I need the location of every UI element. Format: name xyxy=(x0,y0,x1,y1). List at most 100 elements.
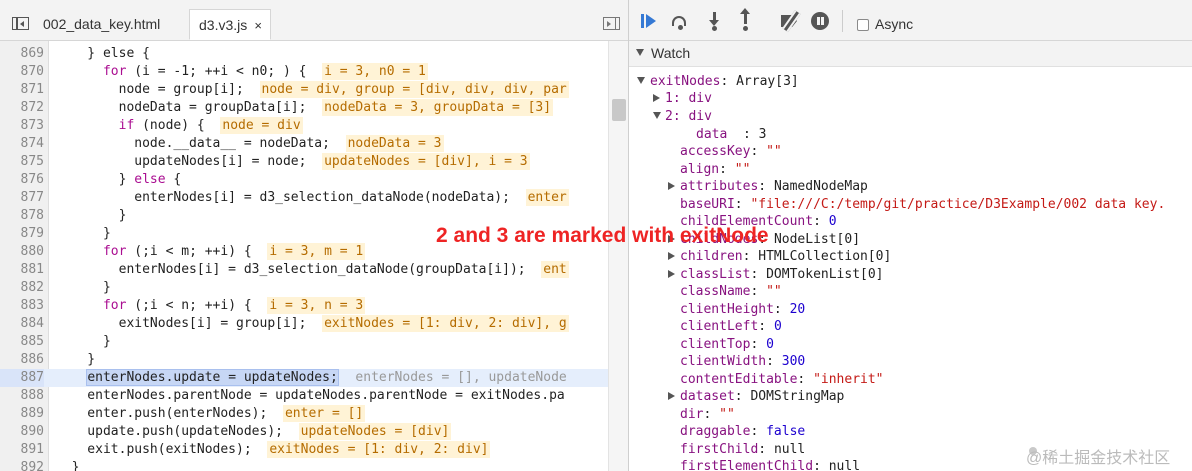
data-property[interactable]: data : 3 xyxy=(696,126,766,143)
property-row[interactable]: children: HTMLCollection[0] xyxy=(680,248,891,265)
toggle-navigator-icon[interactable] xyxy=(12,17,29,30)
inline-value: nodeData = 3, groupData = [3] xyxy=(322,99,554,116)
line-number[interactable]: 879 xyxy=(0,225,44,243)
line-number[interactable]: 885 xyxy=(0,333,44,351)
property-row[interactable]: firstChild: null xyxy=(680,441,805,458)
line-number[interactable]: 881 xyxy=(0,261,44,279)
toggle-debugger-panel-icon[interactable] xyxy=(603,17,620,30)
code-line[interactable]: 889 enter.push(enterNodes); enter = [] xyxy=(0,405,608,423)
code-editor[interactable]: 869 } else {870 for (i = -1; ++i < n0; )… xyxy=(0,41,608,471)
expand-arrow-icon[interactable] xyxy=(637,77,645,84)
step-over-icon[interactable] xyxy=(670,12,690,30)
code-line[interactable]: 881 enterNodes[i] = d3_selection_dataNod… xyxy=(0,261,608,279)
line-number[interactable]: 891 xyxy=(0,441,44,459)
step-out-icon[interactable] xyxy=(736,8,756,31)
watch-root[interactable]: exitNodes: Array[3] xyxy=(650,73,799,90)
property-row[interactable]: clientLeft: 0 xyxy=(680,318,782,335)
code-line[interactable]: 872 nodeData = groupData[i]; nodeData = … xyxy=(0,99,608,117)
expand-arrow-icon[interactable] xyxy=(653,94,660,102)
tab-d3-v3-js[interactable]: d3.v3.js × xyxy=(189,9,271,40)
property-row[interactable]: accessKey: "" xyxy=(680,143,782,160)
line-number[interactable]: 873 xyxy=(0,117,44,135)
property-row[interactable]: className: "" xyxy=(680,283,782,300)
watch-section-header[interactable]: Watch xyxy=(629,41,1192,67)
code-line[interactable]: 883 for (;i < n; ++i) { i = 3, n = 3 xyxy=(0,297,608,315)
line-number[interactable]: 877 xyxy=(0,189,44,207)
async-label[interactable]: Async xyxy=(875,16,913,32)
code-line[interactable]: 890 update.push(updateNodes); updateNode… xyxy=(0,423,608,441)
code-line[interactable]: 878 } xyxy=(0,207,608,225)
line-number[interactable]: 889 xyxy=(0,405,44,423)
line-number[interactable]: 887 xyxy=(0,369,44,387)
line-number[interactable]: 884 xyxy=(0,315,44,333)
code-text: enterNodes.parentNode = updateNodes.pare… xyxy=(56,387,564,405)
code-line[interactable]: 874 node.__data__ = nodeData; nodeData =… xyxy=(0,135,608,153)
expand-arrow-icon[interactable] xyxy=(653,112,661,119)
line-number[interactable]: 883 xyxy=(0,297,44,315)
property-row[interactable]: attributes: NamedNodeMap xyxy=(680,178,868,195)
code-token: for xyxy=(102,298,127,313)
array-item-1[interactable]: 1: div xyxy=(665,90,712,107)
expand-arrow-icon[interactable] xyxy=(668,392,675,400)
pause-on-exceptions-icon[interactable] xyxy=(811,12,831,30)
code-line[interactable]: 873 if (node) { node = div xyxy=(0,117,608,135)
code-line[interactable]: 886 } xyxy=(0,351,608,369)
code-line[interactable]: 877 enterNodes[i] = d3_selection_dataNod… xyxy=(0,189,608,207)
debugger-toolbar: Async xyxy=(629,0,1192,41)
line-number[interactable]: 870 xyxy=(0,63,44,81)
close-tab-icon[interactable]: × xyxy=(254,10,262,41)
code-line[interactable]: 869 } else { xyxy=(0,45,608,63)
property-row[interactable]: clientWidth: 300 xyxy=(680,353,805,370)
line-number[interactable]: 882 xyxy=(0,279,44,297)
code-line[interactable]: 882 } xyxy=(0,279,608,297)
line-number[interactable]: 888 xyxy=(0,387,44,405)
line-number[interactable]: 872 xyxy=(0,99,44,117)
code-line[interactable]: 870 for (i = -1; ++i < n0; ) { i = 3, n0… xyxy=(0,63,608,81)
property-row[interactable]: dataset: DOMStringMap xyxy=(680,388,844,405)
line-number[interactable]: 892 xyxy=(0,459,44,471)
line-number[interactable]: 869 xyxy=(0,45,44,63)
line-number[interactable]: 890 xyxy=(0,423,44,441)
property-row[interactable]: dir: "" xyxy=(680,406,735,423)
code-line[interactable]: 885 } xyxy=(0,333,608,351)
line-number[interactable]: 875 xyxy=(0,153,44,171)
step-into-icon[interactable] xyxy=(705,12,725,31)
code-line[interactable]: 888 enterNodes.parentNode = updateNodes.… xyxy=(0,387,608,405)
editor-scrollbar[interactable] xyxy=(608,41,629,471)
code-text: for (i = -1; ++i < n0; ) { i = 3, n0 = 1 xyxy=(56,63,428,81)
property-row[interactable]: align: "" xyxy=(680,161,750,178)
property-row[interactable]: contentEditable: "inherit" xyxy=(680,371,884,388)
current-execution-line[interactable]: 887 enterNodes.update = updateNodes; ent… xyxy=(0,369,608,387)
array-item-2[interactable]: 2: div xyxy=(665,108,712,125)
line-number[interactable]: 880 xyxy=(0,243,44,261)
line-number[interactable]: 871 xyxy=(0,81,44,99)
expand-arrow-icon[interactable] xyxy=(668,252,675,260)
expand-arrow-icon[interactable] xyxy=(668,182,675,190)
property-row[interactable]: classList: DOMTokenList[0] xyxy=(680,266,884,283)
property-value: null xyxy=(773,441,806,457)
tab-002-data-key-html[interactable]: 002_data_key.html xyxy=(34,9,188,40)
scrollbar-thumb[interactable] xyxy=(612,99,626,121)
property-row[interactable]: clientHeight: 20 xyxy=(680,301,805,318)
code-line[interactable]: 884 exitNodes[i] = group[i]; exitNodes =… xyxy=(0,315,608,333)
async-checkbox[interactable] xyxy=(857,19,869,31)
code-line[interactable]: 891 exit.push(exitNodes); exitNodes = [1… xyxy=(0,441,608,459)
property-row[interactable]: clientTop: 0 xyxy=(680,336,774,353)
code-line[interactable]: 892 } xyxy=(0,459,608,471)
expand-arrow-icon[interactable] xyxy=(668,269,675,278)
code-line[interactable]: 871 node = group[i]; node = div, group =… xyxy=(0,81,608,99)
property-row[interactable]: firstElementChild: null xyxy=(680,458,860,471)
code-line[interactable]: 875 updateNodes[i] = node; updateNodes =… xyxy=(0,153,608,171)
line-number[interactable]: 876 xyxy=(0,171,44,189)
deactivate-breakpoints-icon[interactable] xyxy=(779,10,801,32)
property-row[interactable]: baseURI: "file:///C:/temp/git/practice/D… xyxy=(680,196,1165,213)
resume-icon[interactable] xyxy=(639,12,659,30)
line-number[interactable]: 874 xyxy=(0,135,44,153)
line-number[interactable]: 878 xyxy=(0,207,44,225)
property-value: "" xyxy=(766,284,782,299)
code-line[interactable]: 876 } else { xyxy=(0,171,608,189)
property-row[interactable]: draggable: false xyxy=(680,423,805,440)
code-text: } else { xyxy=(56,45,150,63)
collapse-arrow-icon[interactable] xyxy=(636,49,644,56)
line-number[interactable]: 886 xyxy=(0,351,44,369)
